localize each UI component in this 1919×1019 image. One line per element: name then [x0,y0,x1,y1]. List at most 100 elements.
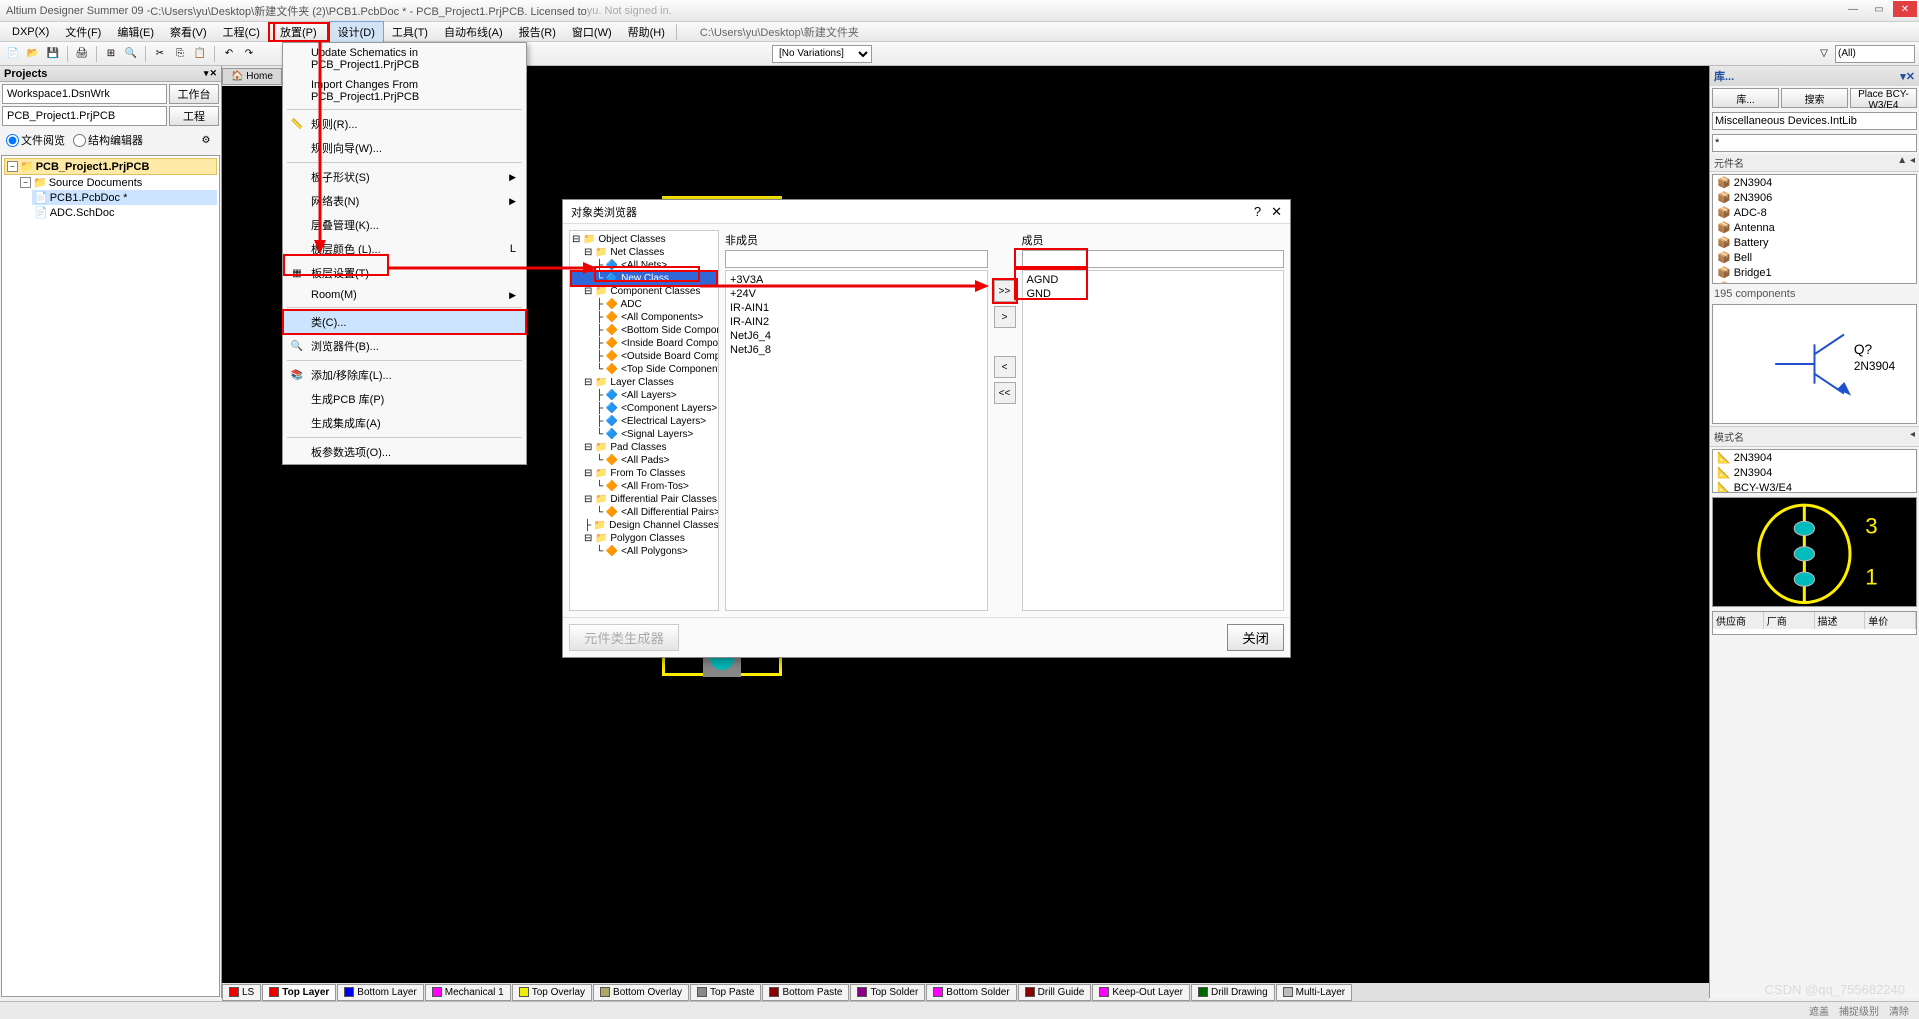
bottom-paste-tab[interactable]: Bottom Paste [762,984,849,1001]
menu-board-color[interactable]: 板层颜色 (L)...L [283,237,526,261]
menu-design[interactable]: 设计(D) [329,21,384,43]
workspace-combo[interactable]: Workspace1.DsnWrk [2,84,167,104]
project-tree[interactable]: −📁PCB_Project1.PrjPCB −📁Source Documents… [1,155,220,997]
menu-board-shape[interactable]: 板子形状(S)▶ [283,165,526,189]
library-selector[interactable]: Miscellaneous Devices.IntLib [1712,112,1917,130]
menu-classes[interactable]: 类(C)... [283,310,526,334]
list-item[interactable]: 📦Bell [1713,250,1916,265]
menu-report[interactable]: 报告(R) [511,22,564,42]
bottom-layer-tab[interactable]: Bottom Layer [337,984,423,1001]
list-item[interactable]: 📦Antenna [1713,220,1916,235]
drill-guide-tab[interactable]: Drill Guide [1018,984,1092,1001]
tree-pcb-doc[interactable]: PCB1.PcbDoc * [50,192,128,204]
paste-icon[interactable]: 📋 [191,45,209,63]
home-tab[interactable]: 🏠 Home [222,68,282,85]
view-file-radio[interactable]: 文件阅览 [6,132,65,148]
status-snap[interactable]: 捕捉级别 [1839,1003,1879,1018]
class-tree[interactable]: ⊟ 📁 Object Classes ⊟ 📁 Net Classes ├ 🔷 <… [569,230,719,611]
menu-netlist[interactable]: 网络表(N)▶ [283,189,526,213]
menu-layer-manager[interactable]: 层叠管理(K)... [283,213,526,237]
menu-dxp[interactable]: DXP(X) [4,24,57,40]
zoom-area-icon[interactable]: 🔍 [122,45,140,63]
ls-tab[interactable]: LS [222,984,261,1001]
top-paste-tab[interactable]: Top Paste [690,984,761,1001]
project-button[interactable]: 工程 [169,106,219,126]
list-item[interactable]: 📦Battery [1713,235,1916,250]
list-item[interactable]: +24V [728,287,985,301]
mechanical-tab[interactable]: Mechanical 1 [425,984,511,1001]
top-solder-tab[interactable]: Top Solder [850,984,925,1001]
list-item[interactable]: GND [1025,287,1282,301]
minimize-button[interactable]: — [1841,1,1865,17]
list-item[interactable]: AGND [1025,273,1282,287]
project-combo[interactable]: PCB_Project1.PrjPCB [2,106,167,126]
menu-tools[interactable]: 工具(T) [384,22,436,42]
undo-icon[interactable]: ↶ [220,45,238,63]
menu-autoroute[interactable]: 自动布线(A) [436,22,511,42]
multi-layer-tab[interactable]: Multi-Layer [1276,984,1352,1001]
col-supplier[interactable]: 供应商 [1713,612,1764,629]
dialog-close-icon[interactable]: ✕ [1271,204,1282,219]
variation-combo[interactable]: [No Variations] [772,45,872,63]
menu-gen-int-lib[interactable]: 生成集成库(A) [283,411,526,435]
list-item[interactable]: +3V3A [728,273,985,287]
list-item[interactable]: 📐BCY-W3/E4 [1713,480,1916,493]
menu-place[interactable]: 放置(P) [272,25,325,41]
list-item[interactable]: 📦Bridge2 [1713,280,1916,284]
place-button[interactable]: Place BCY-W3/E4 [1850,88,1917,108]
workspace-button[interactable]: 工作台 [169,84,219,104]
save-icon[interactable]: 💾 [44,45,62,63]
search-button[interactable]: 搜索 [1781,88,1848,108]
close-button[interactable]: ✕ [1893,1,1917,17]
pin-icon[interactable]: ▾ [204,68,209,79]
menu-file[interactable]: 文件(F) [57,22,109,42]
tree-new-class[interactable]: └ 🔷 New Class [572,272,716,285]
copy-icon[interactable]: ⎘ [171,45,189,63]
member-filter[interactable] [1022,250,1285,268]
status-clear[interactable]: 清除 [1889,1003,1909,1018]
model-list[interactable]: 📐2N3904 📐2N3904 📐BCY-W3/E4 [1712,449,1917,493]
list-item[interactable]: 📦ADC-8 [1713,205,1916,220]
col-price[interactable]: 单价 [1865,612,1916,629]
zoom-fit-icon[interactable]: ⊞ [102,45,120,63]
menu-board-options[interactable]: 板参数选项(O)... [283,440,526,464]
col-description[interactable]: 描述 [1815,612,1866,629]
status-mask[interactable]: 遮盖 [1809,1003,1829,1018]
menu-help[interactable]: 帮助(H) [620,22,673,42]
drill-drawing-tab[interactable]: Drill Drawing [1191,984,1275,1001]
member-list[interactable]: AGND GND [1022,270,1285,611]
list-item[interactable]: IR-AIN2 [728,315,985,329]
bottom-overlay-tab[interactable]: Bottom Overlay [593,984,689,1001]
menu-add-remove-lib[interactable]: 📚添加/移除库(L)... [283,363,526,387]
move-right-button[interactable]: > [994,306,1016,328]
panel-menu-icon[interactable]: ⚙ [197,131,215,149]
panel-close-icon[interactable]: ✕ [1906,71,1915,83]
filter-field[interactable] [1835,45,1915,63]
menu-browse-components[interactable]: 🔍浏览器件(B)... [283,334,526,358]
tree-project-root[interactable]: PCB_Project1.PrjPCB [36,161,150,173]
move-left-button[interactable]: < [994,356,1016,378]
top-overlay-tab[interactable]: Top Overlay [512,984,592,1001]
dialog-close-button[interactable]: 关闭 [1227,624,1284,651]
component-list[interactable]: 📦2N3904 📦2N3906 📦ADC-8 📦Antenna 📦Battery… [1712,174,1917,284]
open-icon[interactable]: 📂 [24,45,42,63]
gen-class-button[interactable]: 元件类生成器 [569,624,679,651]
tree-sch-doc[interactable]: ADC.SchDoc [50,207,115,219]
move-all-right-button[interactable]: >> [994,280,1016,302]
menu-update-schematics[interactable]: Update Schematics in PCB_Project1.PrjPCB [283,43,526,75]
list-item[interactable]: 📐2N3904 [1713,465,1916,480]
menu-layer-setup[interactable]: ▦板层设置(T) [283,261,526,285]
list-item[interactable]: 📦2N3906 [1713,190,1916,205]
menu-view[interactable]: 察看(V) [162,22,215,42]
list-item[interactable]: NetJ6_4 [728,329,985,343]
col-manufacturer[interactable]: 厂商 [1764,612,1815,629]
non-member-filter[interactable] [725,250,988,268]
view-struct-radio[interactable]: 结构编辑器 [73,132,143,148]
maximize-button[interactable]: ▭ [1867,1,1891,17]
new-icon[interactable]: 📄 [4,45,22,63]
top-layer-tab[interactable]: Top Layer [262,984,336,1001]
print-icon[interactable]: 🖨 [73,45,91,63]
library-filter[interactable]: * [1712,134,1917,152]
keepout-tab[interactable]: Keep-Out Layer [1092,984,1190,1001]
list-item[interactable]: NetJ6_8 [728,343,985,357]
